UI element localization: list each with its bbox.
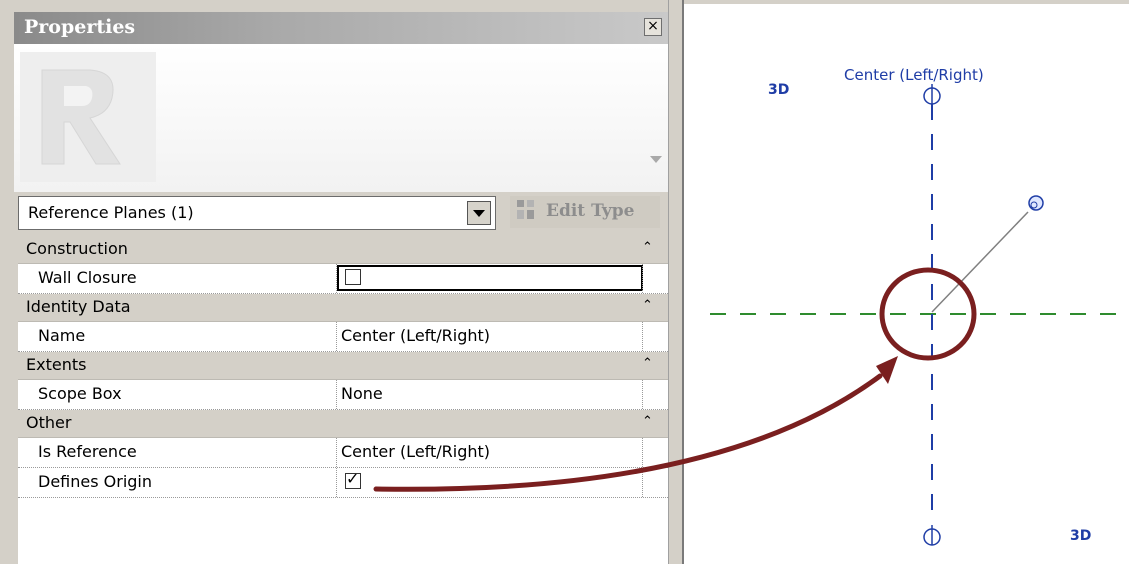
row-divider [642, 264, 643, 293]
edit-type-button[interactable]: Edit Type [510, 196, 660, 228]
group-other[interactable]: Other ⌃ [18, 410, 668, 438]
group-construction[interactable]: Construction ⌃ [18, 236, 668, 264]
property-value-cell[interactable]: Center (Left/Right) [336, 438, 642, 467]
row-divider [642, 438, 643, 467]
revit-logo-icon [20, 52, 156, 182]
edit-type-icon [517, 200, 534, 219]
property-value: None [341, 384, 383, 403]
property-value-cell[interactable]: ✓ [336, 468, 642, 497]
row-divider [642, 322, 643, 351]
collapse-icon[interactable]: ⌃ [642, 414, 653, 429]
group-label: Identity Data [26, 297, 131, 316]
type-selector-value: Reference Planes (1) [28, 203, 194, 222]
group-identity-data[interactable]: Identity Data ⌃ [18, 294, 668, 322]
property-row-wall-closure: Wall Closure [18, 264, 668, 294]
property-name: Wall Closure [38, 268, 137, 287]
property-row-scope-box: Scope Box None [18, 380, 668, 410]
property-row-defines-origin: Defines Origin ✓ [18, 468, 668, 498]
properties-title: Properties [24, 16, 136, 38]
property-row-is-reference: Is Reference Center (Left/Right) [18, 438, 668, 468]
group-extents[interactable]: Extents ⌃ [18, 352, 668, 380]
group-label: Other [26, 413, 72, 432]
property-name: Name [38, 326, 86, 345]
3d-extent-label-bottom[interactable]: 3D [1070, 528, 1091, 544]
row-divider [642, 468, 643, 497]
drawing-view[interactable]: 3D 3D Center (Left/Right) [684, 4, 1129, 564]
group-label: Construction [26, 239, 128, 258]
type-preview[interactable] [14, 44, 668, 192]
property-value-cell[interactable]: None [336, 380, 642, 409]
3d-extent-label-top[interactable]: 3D [768, 82, 789, 98]
collapse-icon[interactable]: ⌃ [642, 298, 653, 313]
collapse-icon[interactable]: ⌃ [642, 356, 653, 371]
reference-plane-name-label[interactable]: Center (Left/Right) [844, 66, 984, 84]
wall-closure-edit-box [337, 265, 643, 291]
dropdown-arrow-icon[interactable] [467, 201, 491, 225]
property-value-cell[interactable] [336, 264, 643, 293]
property-value-cell[interactable]: Center (Left/Right) [336, 322, 642, 351]
group-label: Extents [26, 355, 87, 374]
type-dropdown-arrow-icon[interactable] [650, 156, 662, 163]
property-name: Scope Box [38, 384, 122, 403]
grid-empty-area [18, 498, 668, 564]
type-selector[interactable]: Reference Planes (1) [18, 196, 496, 230]
pane-divider[interactable] [668, 0, 684, 564]
property-name: Defines Origin [38, 472, 153, 491]
properties-palette: Properties × Reference Planes (1) Edit T… [0, 0, 668, 564]
defines-origin-checkbox[interactable]: ✓ [345, 469, 361, 489]
property-grid: Construction ⌃ Wall Closure Identity Dat… [18, 236, 668, 564]
collapse-icon[interactable]: ⌃ [642, 240, 653, 255]
close-button[interactable]: × [644, 18, 662, 36]
check-mark-icon: ✓ [346, 469, 360, 488]
properties-title-bar[interactable]: Properties × [14, 12, 668, 44]
edit-type-label: Edit Type [546, 201, 635, 221]
property-value: Center (Left/Right) [341, 442, 491, 461]
wall-closure-checkbox[interactable] [345, 269, 361, 285]
property-value: Center (Left/Right) [341, 326, 491, 345]
property-name: Is Reference [38, 442, 137, 461]
row-divider [642, 380, 643, 409]
property-row-name: Name Center (Left/Right) [18, 322, 668, 352]
